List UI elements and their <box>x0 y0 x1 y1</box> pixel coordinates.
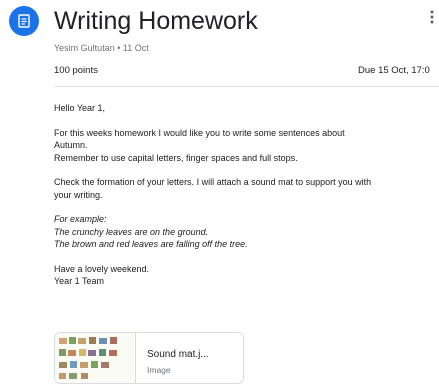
author-date: Yesim Gultutan • 11 Oct <box>54 43 149 53</box>
assignment-description: Hello Year 1, For this weeks homework I … <box>54 102 439 288</box>
assignment-icon <box>9 6 39 36</box>
paragraph-line: For this weeks homework I would like you… <box>54 127 345 138</box>
paragraph-line: Autumn. <box>54 140 88 150</box>
attachment-type: Image <box>147 365 171 375</box>
example-line: The crunchy leaves are on the ground. <box>54 226 209 237</box>
attachment-card[interactable]: Sound mat.j... Image <box>54 332 244 384</box>
more-vert-icon[interactable] <box>427 10 437 30</box>
attachment-name: Sound mat.j... <box>147 349 209 360</box>
paragraph-line: Check the formation of your letters. I w… <box>54 177 372 187</box>
greeting: Hello Year 1, <box>54 103 106 113</box>
due-date: Due 15 Oct, 17:0 <box>358 65 430 76</box>
example-line: The brown and red leaves are falling off… <box>54 239 248 249</box>
signature: Year 1 Team <box>54 276 105 286</box>
page-title: Writing Homework <box>54 7 258 35</box>
paragraph-line: Remember to use capital letters, finger … <box>54 152 298 163</box>
closing-line: Have a lovely weekend. <box>54 263 150 274</box>
divider <box>54 86 439 87</box>
paragraph-line: your writing. <box>54 189 103 200</box>
points-label: 100 points <box>54 65 98 76</box>
attachment-thumbnail <box>55 333 136 383</box>
example-heading: For example: <box>54 214 107 224</box>
